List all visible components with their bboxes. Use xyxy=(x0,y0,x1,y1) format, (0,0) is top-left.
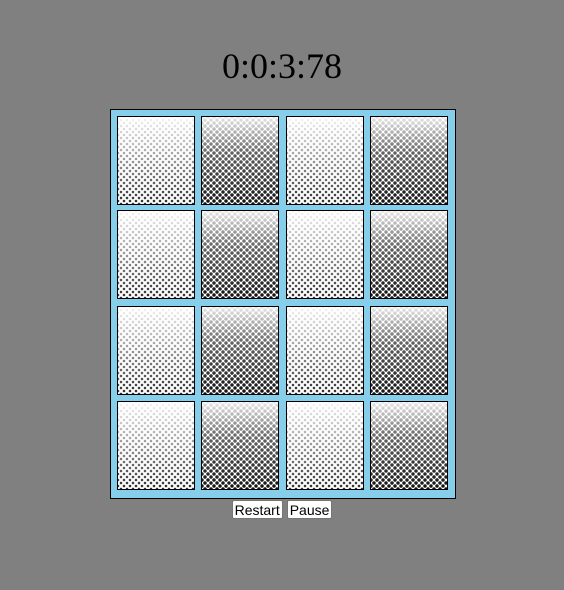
card-board xyxy=(110,109,456,499)
card-r4-c1[interactable] xyxy=(117,401,195,490)
card-r4-c3[interactable] xyxy=(286,401,364,490)
card-r4-c4[interactable] xyxy=(370,401,448,490)
card-r2-c1[interactable] xyxy=(117,210,195,299)
card-r1-c4[interactable] xyxy=(370,116,448,205)
game-timer: 0:0:3:78 xyxy=(221,46,342,86)
card-r3-c1[interactable] xyxy=(117,306,195,395)
card-r2-c4[interactable] xyxy=(370,210,448,299)
card-r2-c2[interactable] xyxy=(201,210,279,299)
card-r2-c3[interactable] xyxy=(286,210,364,299)
restart-button[interactable]: Restart xyxy=(231,500,283,519)
card-r1-c3[interactable] xyxy=(286,116,364,205)
card-r4-c2[interactable] xyxy=(201,401,279,490)
card-r3-c3[interactable] xyxy=(286,306,364,395)
card-r1-c2[interactable] xyxy=(201,116,279,205)
card-r1-c1[interactable] xyxy=(117,116,195,205)
card-r3-c4[interactable] xyxy=(370,306,448,395)
card-r3-c2[interactable] xyxy=(201,306,279,395)
pause-button[interactable]: Pause xyxy=(286,500,333,519)
game-controls: Restart Pause xyxy=(0,500,564,519)
